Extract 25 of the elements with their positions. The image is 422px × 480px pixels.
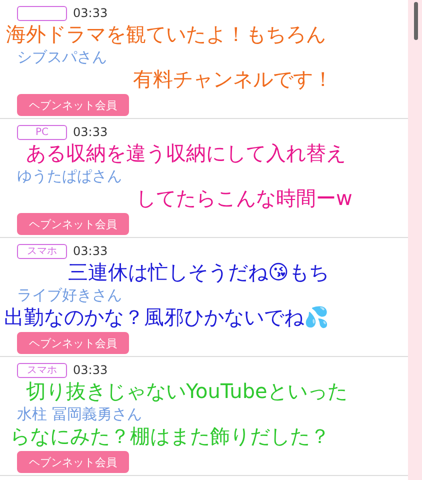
device-tag: スマホ	[17, 244, 67, 258]
user-name[interactable]: シブスパさん	[17, 48, 107, 66]
member-badge[interactable]: ヘブンネット会員	[17, 94, 129, 116]
user-name[interactable]: ライブ好きさん	[17, 286, 122, 304]
device-tag: スマホ	[17, 362, 67, 378]
post-time: 03:33	[73, 6, 108, 20]
post-time: 03:33	[73, 244, 108, 258]
scrollbar[interactable]	[414, 2, 418, 40]
handwritten-message: 有料チャンネルです！	[133, 68, 333, 91]
member-badge[interactable]: ヘブンネット会員	[17, 451, 129, 473]
handwritten-message: 海外ドラマを観ていたよ！もちろん	[6, 23, 326, 46]
member-badge[interactable]: ヘブンネット会員	[17, 213, 129, 235]
handwritten-message: ある収納を違う収納にして入れ替え	[26, 142, 346, 165]
device-tag	[17, 6, 67, 20]
post-time: 03:33	[73, 363, 108, 377]
post-time: 03:33	[73, 125, 108, 139]
user-name[interactable]: ゆうたぱぱさん	[17, 167, 122, 185]
member-badge[interactable]: ヘブンネット会員	[17, 332, 129, 354]
handwritten-message: 切り抜きじゃないYouTubeといった	[26, 380, 348, 403]
device-tag: PC	[17, 124, 67, 140]
handwritten-message: してたらこんな時間ーw	[136, 187, 352, 210]
handwritten-message: 出勤なのかな？風邪ひかないでね💦	[4, 306, 329, 329]
user-name[interactable]: 水柱 冨岡義勇さん	[17, 405, 142, 423]
handwritten-message: 三連休は忙しそうだね😘もち	[68, 261, 329, 284]
handwritten-message: らなにみた？棚はまた飾りだした？	[10, 425, 330, 448]
